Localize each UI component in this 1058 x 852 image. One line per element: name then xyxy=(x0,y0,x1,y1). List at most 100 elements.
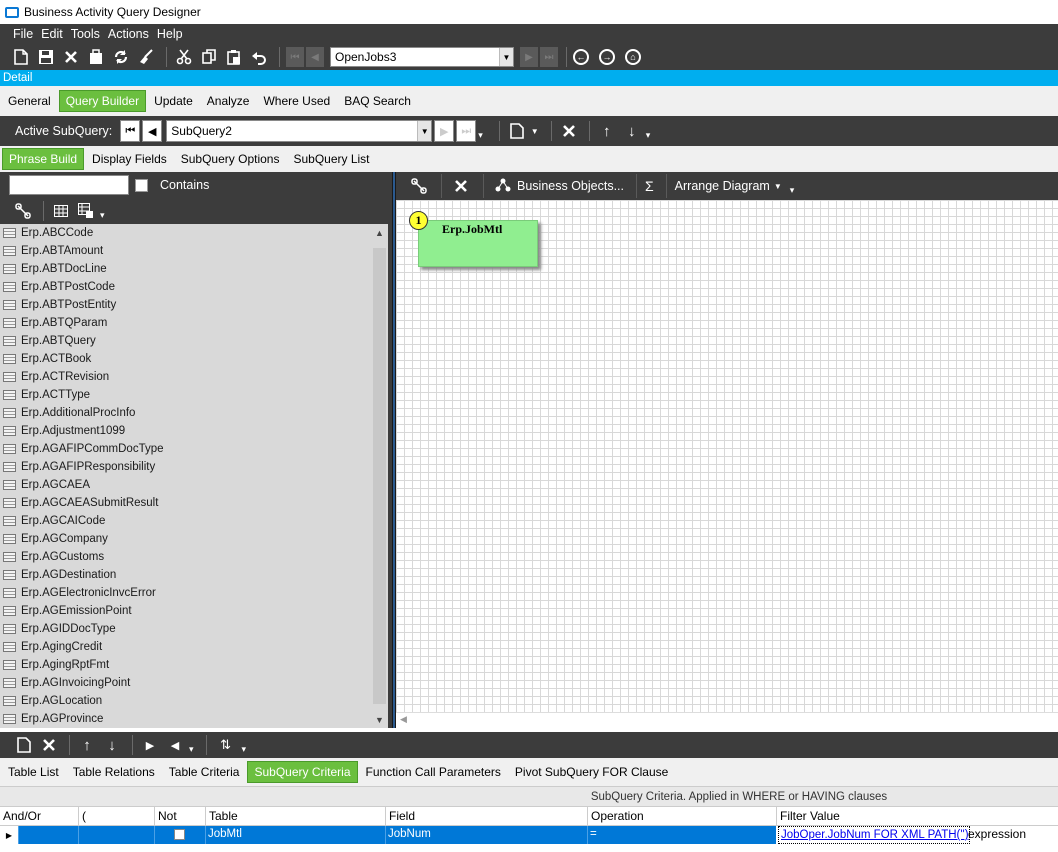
delete-subquery-icon[interactable] xyxy=(558,120,580,142)
new-icon[interactable] xyxy=(13,734,35,756)
refresh-icon[interactable] xyxy=(110,46,132,68)
column-field[interactable]: Field xyxy=(385,807,587,827)
prev-record-button[interactable]: ◀ xyxy=(306,47,324,67)
list-item[interactable]: Erp.ABCCode xyxy=(0,224,388,242)
list-item[interactable]: Erp.ABTDocLine xyxy=(0,260,388,278)
menu-edit[interactable]: Edit xyxy=(41,27,63,41)
business-objects-icon[interactable] xyxy=(492,175,514,197)
cell-andor[interactable] xyxy=(18,826,78,844)
link-icon[interactable] xyxy=(408,175,430,197)
overflow-chevron-icon[interactable]: ▾ xyxy=(100,210,105,221)
list-item[interactable]: Erp.ACTBook xyxy=(0,350,388,368)
tab-function-call-parameters[interactable]: Function Call Parameters xyxy=(360,762,507,782)
list-item[interactable]: Erp.AGIDDocType xyxy=(0,620,388,638)
next-record-button[interactable]: ▶ xyxy=(520,47,538,67)
list-item[interactable]: Erp.ABTQuery xyxy=(0,332,388,350)
table-view-icon[interactable] xyxy=(50,200,72,222)
scroll-up-icon[interactable]: ▲ xyxy=(371,224,388,241)
move-up-icon[interactable]: ↑ xyxy=(596,120,618,142)
cut-icon[interactable] xyxy=(173,46,195,68)
move-left-icon[interactable]: ◀ xyxy=(164,734,186,756)
first-record-button[interactable]: ⏮ xyxy=(286,47,304,67)
list-item[interactable]: Erp.AGCompany xyxy=(0,530,388,548)
row-selector-icon[interactable]: ▶ xyxy=(0,826,18,844)
table-search-input[interactable] xyxy=(9,175,129,195)
chevron-down-icon[interactable]: ▼ xyxy=(531,127,539,136)
list-item[interactable]: Erp.AGAFIPResponsibility xyxy=(0,458,388,476)
tab-table-criteria[interactable]: Table Criteria xyxy=(163,762,246,782)
first-subquery-button[interactable]: ⏮ xyxy=(120,120,141,142)
table-row[interactable]: ▶ JobMtl JobNum = JobOper.JobNum FOR XML… xyxy=(0,826,1058,844)
back-icon[interactable]: ← xyxy=(573,49,589,65)
sigma-icon[interactable]: Σ xyxy=(645,178,654,194)
tab-display-fields[interactable]: Display Fields xyxy=(86,149,173,169)
list-item[interactable]: Erp.AGCAICode xyxy=(0,512,388,530)
undo-icon[interactable] xyxy=(248,46,270,68)
list-item[interactable]: Erp.AgingRptFmt xyxy=(0,656,388,674)
column-operation[interactable]: Operation xyxy=(587,807,776,827)
overflow-chevron-icon[interactable]: ▾ xyxy=(790,185,795,196)
overflow-chevron-icon[interactable]: ▾ xyxy=(189,744,194,755)
cell-table[interactable]: JobMtl xyxy=(205,826,385,844)
tab-subquery-criteria[interactable]: SubQuery Criteria xyxy=(247,761,358,783)
move-down-icon[interactable]: ↓ xyxy=(101,734,123,756)
new-subquery-icon[interactable] xyxy=(506,120,528,142)
list-item[interactable]: Erp.ACTType xyxy=(0,386,388,404)
list-item[interactable]: Erp.ABTQParam xyxy=(0,314,388,332)
chevron-down-icon[interactable]: ▼ xyxy=(417,121,432,141)
link-icon[interactable] xyxy=(12,200,34,222)
list-item[interactable]: Erp.AGEmissionPoint xyxy=(0,602,388,620)
tab-general[interactable]: General xyxy=(2,91,57,111)
overflow-chevron-icon[interactable]: ▾ xyxy=(646,130,651,141)
tab-analyze[interactable]: Analyze xyxy=(201,91,256,111)
prev-subquery-button[interactable]: ◀ xyxy=(142,120,163,142)
paste-icon[interactable] xyxy=(223,46,245,68)
menu-help[interactable]: Help xyxy=(157,27,183,41)
home-icon[interactable]: ⌂ xyxy=(625,49,641,65)
arrange-diagram-button[interactable]: Arrange Diagram xyxy=(675,179,770,193)
scroll-left-icon[interactable]: ◀ xyxy=(400,714,407,725)
tab-subquery-options[interactable]: SubQuery Options xyxy=(175,149,286,169)
list-item[interactable]: Erp.AGLocation xyxy=(0,692,388,710)
list-item[interactable]: Erp.AGElectronicInvcError xyxy=(0,584,388,602)
column-not[interactable]: Not xyxy=(154,807,205,827)
tab-query-builder[interactable]: Query Builder xyxy=(58,90,147,112)
chevron-down-icon[interactable]: ▼ xyxy=(499,48,513,66)
cell-field[interactable]: JobNum xyxy=(385,826,587,844)
table-list-scrollbar[interactable]: ▲ ▼ xyxy=(371,224,388,728)
list-item[interactable]: Erp.Adjustment1099 xyxy=(0,422,388,440)
list-item[interactable]: Erp.ABTPostEntity xyxy=(0,296,388,314)
column-paren[interactable]: ( xyxy=(78,807,154,827)
delete-icon[interactable] xyxy=(38,734,60,756)
list-item[interactable]: Erp.AGDestination xyxy=(0,566,388,584)
tab-pivot-subquery-for-clause[interactable]: Pivot SubQuery FOR Clause xyxy=(509,762,674,782)
delete-icon[interactable] xyxy=(60,46,82,68)
list-item[interactable]: Erp.AgingCredit xyxy=(0,638,388,656)
tab-phrase-build[interactable]: Phrase Build xyxy=(2,148,85,170)
table-options-icon[interactable] xyxy=(75,200,97,222)
menu-tools[interactable]: Tools xyxy=(71,27,100,41)
save-icon[interactable] xyxy=(35,46,57,68)
list-item[interactable]: Erp.AGCAEA xyxy=(0,476,388,494)
column-table[interactable]: Table xyxy=(205,807,385,827)
chevron-down-icon[interactable]: ▼ xyxy=(774,182,782,191)
business-objects-button[interactable]: Business Objects... xyxy=(517,179,624,193)
list-item[interactable]: Erp.ABTAmount xyxy=(0,242,388,260)
table-list[interactable]: Erp.ABCCode Erp.ABTAmount Erp.ABTDocLine Er… xyxy=(0,224,388,728)
list-item[interactable]: Erp.AGCAEASubmitResult xyxy=(0,494,388,512)
forward-icon[interactable]: → xyxy=(599,49,615,65)
list-item[interactable]: Erp.AdditionalProcInfo xyxy=(0,404,388,422)
move-up-icon[interactable]: ↑ xyxy=(76,734,98,756)
tab-baq-search[interactable]: BAQ Search xyxy=(338,91,417,111)
canvas-hscroll[interactable]: ◀ xyxy=(396,712,1058,728)
menu-actions[interactable]: Actions xyxy=(108,27,149,41)
last-subquery-button[interactable]: ⏭ xyxy=(456,120,477,142)
subquery-select[interactable]: SubQuery2 ▼ xyxy=(166,120,433,142)
clear-icon[interactable] xyxy=(135,46,157,68)
filter-value-link[interactable]: JobOper.JobNum FOR XML PATH('') xyxy=(778,826,970,844)
scrollbar-thumb[interactable] xyxy=(373,248,386,704)
menu-file[interactable]: File xyxy=(13,27,33,41)
overflow-chevron-icon[interactable]: ▾ xyxy=(478,130,483,141)
column-filter-value[interactable]: Filter Value xyxy=(776,807,1058,827)
tab-subquery-list[interactable]: SubQuery List xyxy=(287,149,375,169)
